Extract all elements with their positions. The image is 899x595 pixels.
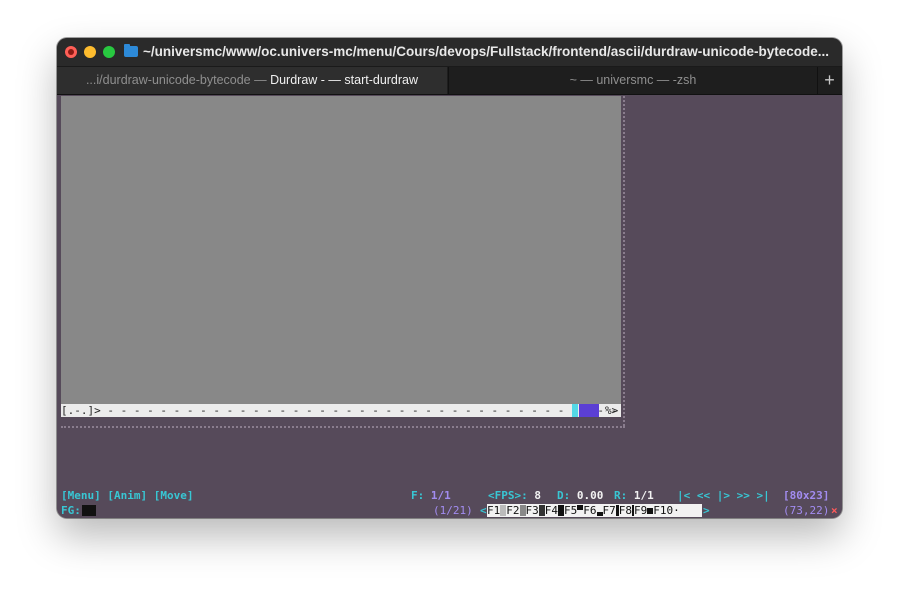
fkey-palette: F1 F2 F3 F4 F5 F6 F7 F8 F9 F10· [487,504,702,517]
close-marker-icon[interactable]: × [831,504,838,517]
fps-label[interactable]: <FPS>: [488,489,528,502]
menu-button[interactable]: [Menu] [61,489,101,502]
drawing-canvas[interactable] [61,96,621,404]
fkeys-close: > [703,504,710,517]
terminal-window: ~/universmc/www/oc.univers-mc/menu/Cours… [57,38,842,518]
fkey-f7[interactable]: F7 [603,504,616,517]
char-page[interactable]: (1/21) [433,504,473,517]
canvas-status-percent: %> [605,404,619,417]
fg-label: FG: [61,504,81,517]
fkey-f9[interactable]: F9 [634,504,647,517]
playback-controls[interactable]: |< << |> >> >| [677,489,770,502]
fkey-f5[interactable]: F5 [564,504,577,517]
middle-dot-glyph: · [673,504,680,517]
new-tab-plus-icon[interactable]: + [817,67,842,94]
fkey-f2[interactable]: F2 [506,504,519,517]
range-info: R: 1/1 [614,489,654,502]
maximize-window-button[interactable] [103,46,115,58]
canvas-status-line: [.-.]> - - - - - - - - - - - - - - - - -… [61,404,621,417]
fkey-f1[interactable]: F1 [487,504,500,517]
fps-value: 8 [534,489,541,502]
fkeys-open: < [480,504,487,517]
minimize-window-button[interactable] [84,46,96,58]
move-button[interactable]: [Move] [154,489,194,502]
close-window-button[interactable] [65,46,77,58]
tab-bar: ...i/durdraw-unicode-bytecode — Durdraw … [57,67,842,95]
terminal-content[interactable]: [.-.]> - - - - - - - - - - - - - - - - -… [57,95,842,518]
fg-color-row: FG: [61,504,96,517]
canvas-border-bottom [61,426,625,428]
fkey-f3[interactable]: F3 [526,504,539,517]
canvas-status-text: [.-.]> - - - - - - - - - - - - - - - - -… [61,404,621,417]
tab-durdraw-title: Durdraw - — start-durdraw [270,73,419,87]
canvas-size: [80x23] [783,489,830,502]
fkey-f6[interactable]: F6 [583,504,596,517]
tab-durdraw[interactable]: ...i/durdraw-unicode-bytecode — Durdraw … [57,67,447,94]
delay-value: 0.00 [576,489,604,502]
fps-info: <FPS>: 8 [488,489,541,502]
scroll-indicator-cyan [572,404,578,417]
cursor-position: (73,22) [783,504,830,517]
scroll-indicator-purple [579,404,599,417]
fkey-f4[interactable]: F4 [545,504,558,517]
fkey-f8[interactable]: F8 [619,504,632,517]
folder-icon [124,44,138,57]
frame-info: F: 1/1 [411,489,451,502]
frame-value: 1/1 [430,489,451,502]
delay-label: D: [557,489,571,502]
tab-zsh-title: universmc — -zsh [596,73,697,87]
range-value: 1/1 [633,489,654,502]
title-bar: ~/universmc/www/oc.univers-mc/menu/Cours… [57,38,842,67]
range-label: R: [614,489,628,502]
fkey-f10[interactable]: F10 [653,504,673,517]
delay-info: D: 0.00 [557,489,603,502]
tab-zsh[interactable]: ~ — universmc — -zsh [448,67,818,94]
frame-label: F: [411,489,425,502]
tab-zsh-path: ~ — [569,73,597,87]
menu-row: [Menu] [Anim] [Move] [61,489,194,502]
canvas-border-right [623,96,625,426]
window-title: ~/universmc/www/oc.univers-mc/menu/Cours… [143,44,830,59]
fg-color-swatch[interactable] [81,505,96,516]
anim-button[interactable]: [Anim] [107,489,147,502]
tab-durdraw-path: ...i/durdraw-unicode-bytecode — [85,73,271,87]
